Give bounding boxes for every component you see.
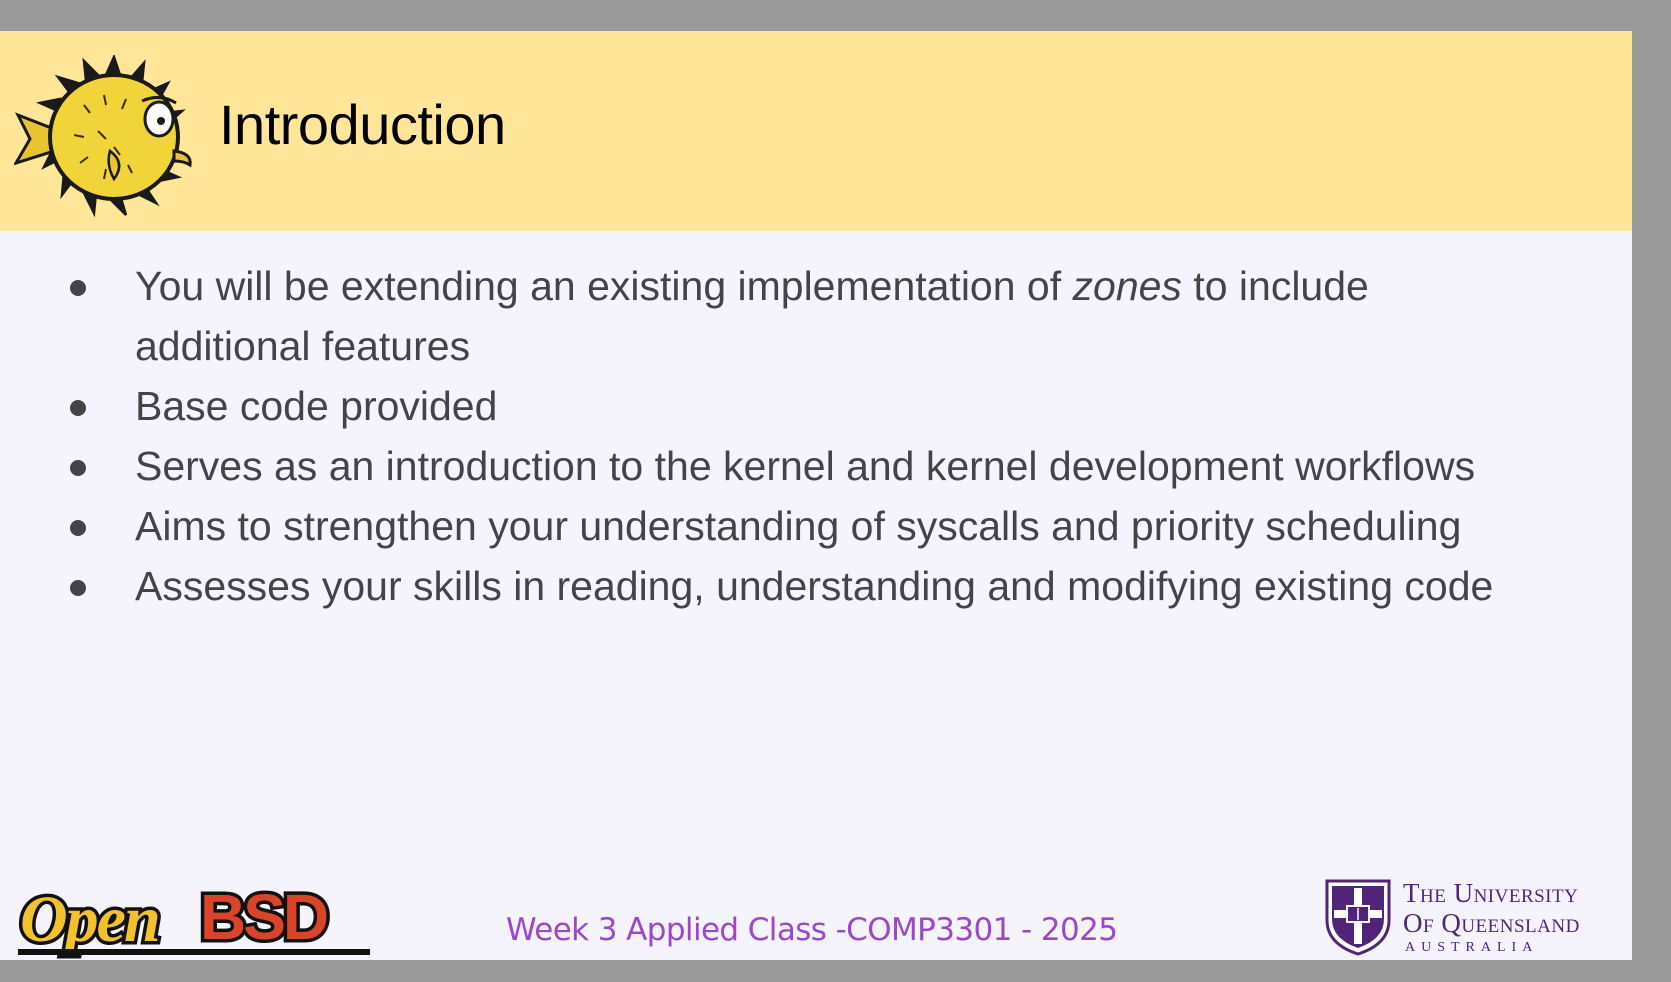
svg-text:Open: Open — [20, 883, 159, 956]
bullet-item: Aims to strengthen your understanding of… — [0, 496, 1632, 556]
bullet-item: Assesses your skills in reading, underst… — [0, 556, 1632, 616]
bullet-dot-icon — [70, 580, 86, 596]
uq-wordmark: The University Of Queensland AUSTRALIA — [1403, 878, 1580, 956]
bullet-dot-icon — [70, 460, 86, 476]
slide-header: Introduction — [0, 31, 1632, 231]
bullet-text: You will be extending an existing implem… — [135, 263, 1073, 309]
bullet-emphasis: zones — [1072, 263, 1182, 309]
svg-text:BSD: BSD — [200, 881, 327, 953]
bullet-text: Base code provided — [135, 383, 498, 429]
bullet-item: You will be extending an existing implem… — [0, 256, 1632, 376]
bullet-text: Aims to strengthen your understanding of… — [135, 503, 1462, 549]
slide: Introduction You will be extending an ex… — [0, 31, 1632, 960]
bullet-text: Serves as an introduction to the kernel … — [135, 443, 1476, 489]
openbsd-logo: Open BSD — [17, 878, 370, 959]
bullet-dot-icon — [70, 520, 86, 536]
bullet-item: Serves as an introduction to the kernel … — [0, 436, 1632, 496]
puffy-pufferfish-icon — [14, 55, 192, 217]
uq-crest-icon — [1325, 879, 1391, 956]
bullet-item: Base code provided — [0, 376, 1632, 436]
uq-logo: The University Of Queensland AUSTRALIA — [1324, 878, 1624, 958]
uq-line-queensland: Of Queensland — [1403, 908, 1580, 938]
slide-footer: Week 3 Applied Class -COMP3301 - 2025 — [506, 912, 1118, 948]
bullet-list: You will be extending an existing implem… — [0, 256, 1632, 616]
bullet-dot-icon — [70, 400, 86, 416]
bullet-dot-icon — [70, 280, 86, 296]
uq-line-australia: AUSTRALIA — [1405, 940, 1539, 955]
slide-title: Introduction — [219, 93, 506, 156]
uq-line-university: The University — [1403, 878, 1579, 908]
bullet-text: Assesses your skills in reading, underst… — [135, 563, 1494, 609]
